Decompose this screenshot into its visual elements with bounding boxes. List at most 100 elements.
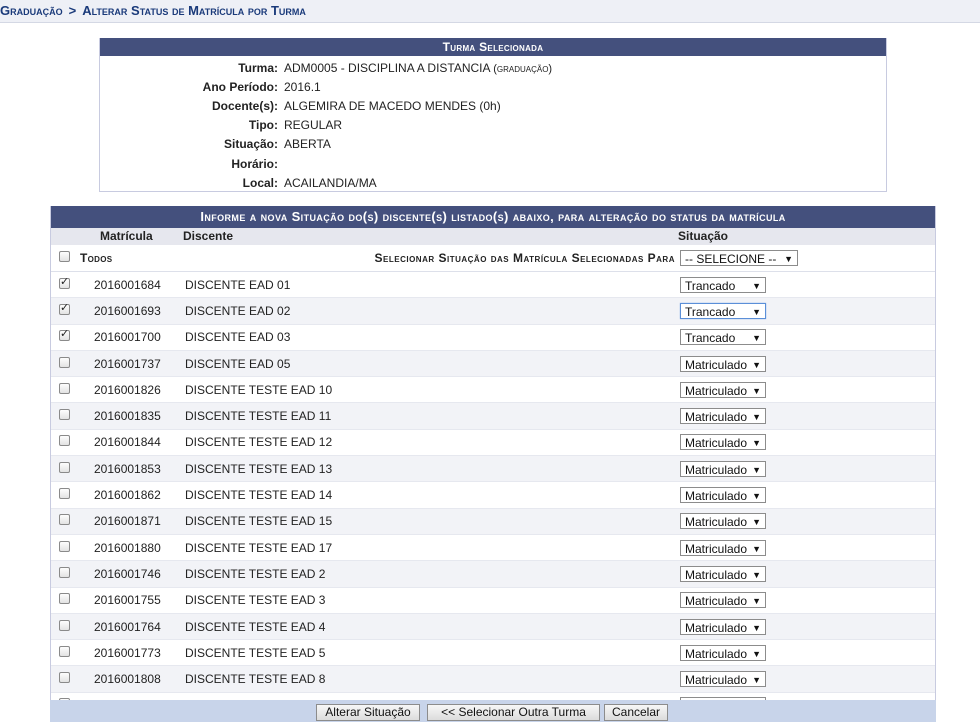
row-matricula: 2016001693	[94, 303, 161, 318]
situacao-select-all[interactable]: -- SELECIONE -- ▼	[680, 250, 798, 266]
situacao-select[interactable]: Matriculado ▼	[680, 381, 766, 398]
row-checkbox[interactable]	[59, 619, 70, 634]
row-checkbox[interactable]	[59, 514, 70, 528]
row-situacao[interactable]: Matriculado ▼	[680, 513, 766, 530]
row-situacao[interactable]: Matriculado ▼	[680, 565, 766, 582]
checkbox-icon	[59, 435, 70, 447]
checkbox-icon	[59, 301, 70, 315]
situacao-select[interactable]: Trancado ▼	[680, 276, 766, 293]
row-situacao[interactable]: Matriculado ▼	[680, 434, 766, 451]
row-discente: DISCENTE TESTE EAD 5	[185, 645, 326, 660]
situacao-select[interactable]: Matriculado ▼	[680, 618, 766, 635]
situacao-select[interactable]: Matriculado ▼	[680, 671, 766, 688]
row-situacao[interactable]: Matriculado ▼	[680, 355, 766, 372]
cancelar-button[interactable]: Cancelar	[604, 704, 668, 721]
row-situacao[interactable]: Matriculado ▼	[680, 539, 766, 556]
situacao-select[interactable]: Matriculado ▼	[680, 408, 766, 425]
row-checkbox[interactable]	[59, 327, 70, 344]
row-checkbox[interactable]	[59, 488, 70, 502]
info-value: ADM0005 - DISCIPLINA A DISTANCIA (gradua…	[284, 58, 552, 77]
situacao-select[interactable]: Matriculado ▼	[680, 460, 766, 477]
table-row: 2016001880 DISCENTE TESTE EAD 17 Matricula…	[51, 535, 935, 562]
row-checkbox[interactable]	[59, 409, 70, 423]
table-row: 2016001826 DISCENTE TESTE EAD 10 Matricula…	[51, 377, 935, 404]
breadcrumb-root[interactable]: Graduação	[0, 3, 63, 18]
row-matricula: 2016001746	[94, 566, 161, 581]
row-matricula: 2016001835	[94, 409, 161, 424]
situacao-select[interactable]: Trancado ▼	[680, 329, 766, 346]
table-row: 2016001862 DISCENTE TESTE EAD 14 Matricula…	[51, 482, 935, 509]
row-checkbox[interactable]	[59, 566, 70, 581]
row-matricula: 2016001773	[94, 645, 161, 660]
row-checkbox[interactable]	[59, 301, 70, 318]
selected-value: Matriculado	[685, 541, 748, 556]
row-checkbox[interactable]	[59, 645, 70, 660]
row-discente: DISCENTE TESTE EAD 17	[185, 540, 333, 555]
row-situacao[interactable]: Matriculado ▼	[680, 381, 766, 398]
row-situacao[interactable]: Matriculado ▼	[680, 592, 766, 609]
situacao-select[interactable]: Matriculado ▼	[680, 355, 766, 372]
row-matricula: 2016001871	[94, 514, 161, 529]
turma-selecionada-box: Turma Selecionada Turma: ADM0005 - DISCI…	[99, 38, 887, 192]
selecionar-outra-turma-button[interactable]: << Selecionar Outra Turma	[427, 704, 600, 721]
row-checkbox[interactable]	[59, 672, 70, 686]
row-situacao[interactable]: Trancado ▼	[680, 302, 766, 319]
row-discente: DISCENTE EAD 01	[185, 277, 291, 292]
select-all-checkbox[interactable]	[59, 251, 70, 265]
row-situacao[interactable]: Matriculado ▼	[680, 644, 766, 661]
turma-info-table: Turma: ADM0005 - DISCIPLINA A DISTANCIA …	[100, 58, 552, 192]
checkbox-icon	[59, 461, 70, 473]
selected-value: Matriculado	[685, 567, 748, 582]
info-row-turma: Turma: ADM0005 - DISCIPLINA A DISTANCIA …	[100, 58, 552, 77]
row-discente: DISCENTE TESTE EAD 15	[185, 514, 333, 529]
checkbox-icon	[59, 488, 70, 500]
situacao-select[interactable]: Matriculado ▼	[680, 434, 766, 451]
todos-label: Todos	[80, 251, 113, 265]
row-checkbox[interactable]	[59, 593, 70, 607]
row-checkbox[interactable]	[59, 356, 70, 371]
row-matricula: 2016001880	[94, 540, 161, 555]
table-row: 2016001853 DISCENTE TESTE EAD 13 Matricula…	[51, 456, 935, 483]
row-checkbox[interactable]	[59, 540, 70, 555]
selected-value: Matriculado	[685, 489, 748, 504]
row-situacao[interactable]: Matriculado ▼	[680, 618, 766, 635]
situacao-select[interactable]: Matriculado ▼	[680, 487, 766, 504]
alterar-situacao-button[interactable]: Alterar Situação	[316, 704, 420, 721]
situacao-select[interactable]: Matriculado ▼	[680, 513, 766, 530]
info-value: ACAILANDIA/MA	[284, 175, 377, 190]
row-situacao[interactable]: Matriculado ▼	[680, 408, 766, 425]
selected-value: Trancado	[685, 304, 736, 319]
row-checkbox[interactable]	[59, 435, 70, 449]
situacao-select[interactable]: Matriculado ▼	[680, 592, 766, 609]
row-situacao[interactable]: Matriculado ▼	[680, 460, 766, 477]
checkbox-icon	[59, 645, 70, 657]
row-checkbox[interactable]	[59, 275, 70, 292]
row-discente: DISCENTE TESTE EAD 12	[185, 435, 333, 450]
turma-nivel: (graduação)	[493, 62, 553, 75]
row-discente: DISCENTE TESTE EAD 2	[185, 566, 326, 581]
row-situacao[interactable]: Matriculado ▼	[680, 487, 766, 504]
row-situacao[interactable]: Trancado ▼	[680, 276, 766, 293]
situacao-select[interactable]: Matriculado ▼	[680, 644, 766, 661]
col-header-matricula: Matrícula	[100, 229, 153, 243]
selected-value: Matriculado	[685, 515, 748, 530]
row-matricula: 2016001853	[94, 461, 161, 476]
situacao-select[interactable]: Matriculado ▼	[680, 539, 766, 556]
situacao-select[interactable]: Matriculado ▼	[680, 565, 766, 582]
row-checkbox[interactable]	[59, 461, 70, 476]
select-all-situacao-select[interactable]: -- SELECIONE -- ▼	[680, 250, 798, 266]
info-row-tipo: Tipo: REGULAR	[100, 116, 552, 135]
row-matricula: 2016001684	[94, 277, 161, 292]
row-situacao[interactable]: Trancado ▼	[680, 329, 766, 346]
checkbox-icon	[59, 275, 70, 289]
chevron-down-icon: ▼	[752, 648, 761, 659]
row-checkbox[interactable]	[59, 382, 70, 397]
selected-value: Matriculado	[685, 357, 748, 372]
row-situacao[interactable]: Matriculado ▼	[680, 671, 766, 688]
chevron-down-icon: ▼	[752, 385, 761, 396]
row-discente: DISCENTE TESTE EAD 14	[185, 488, 333, 503]
discentes-panel-title: Informe a nova Situação do(s) discente(s…	[51, 206, 935, 228]
situacao-select[interactable]: Trancado ▼	[680, 302, 766, 319]
checkbox-icon	[59, 409, 70, 421]
checkbox-icon	[59, 566, 70, 578]
